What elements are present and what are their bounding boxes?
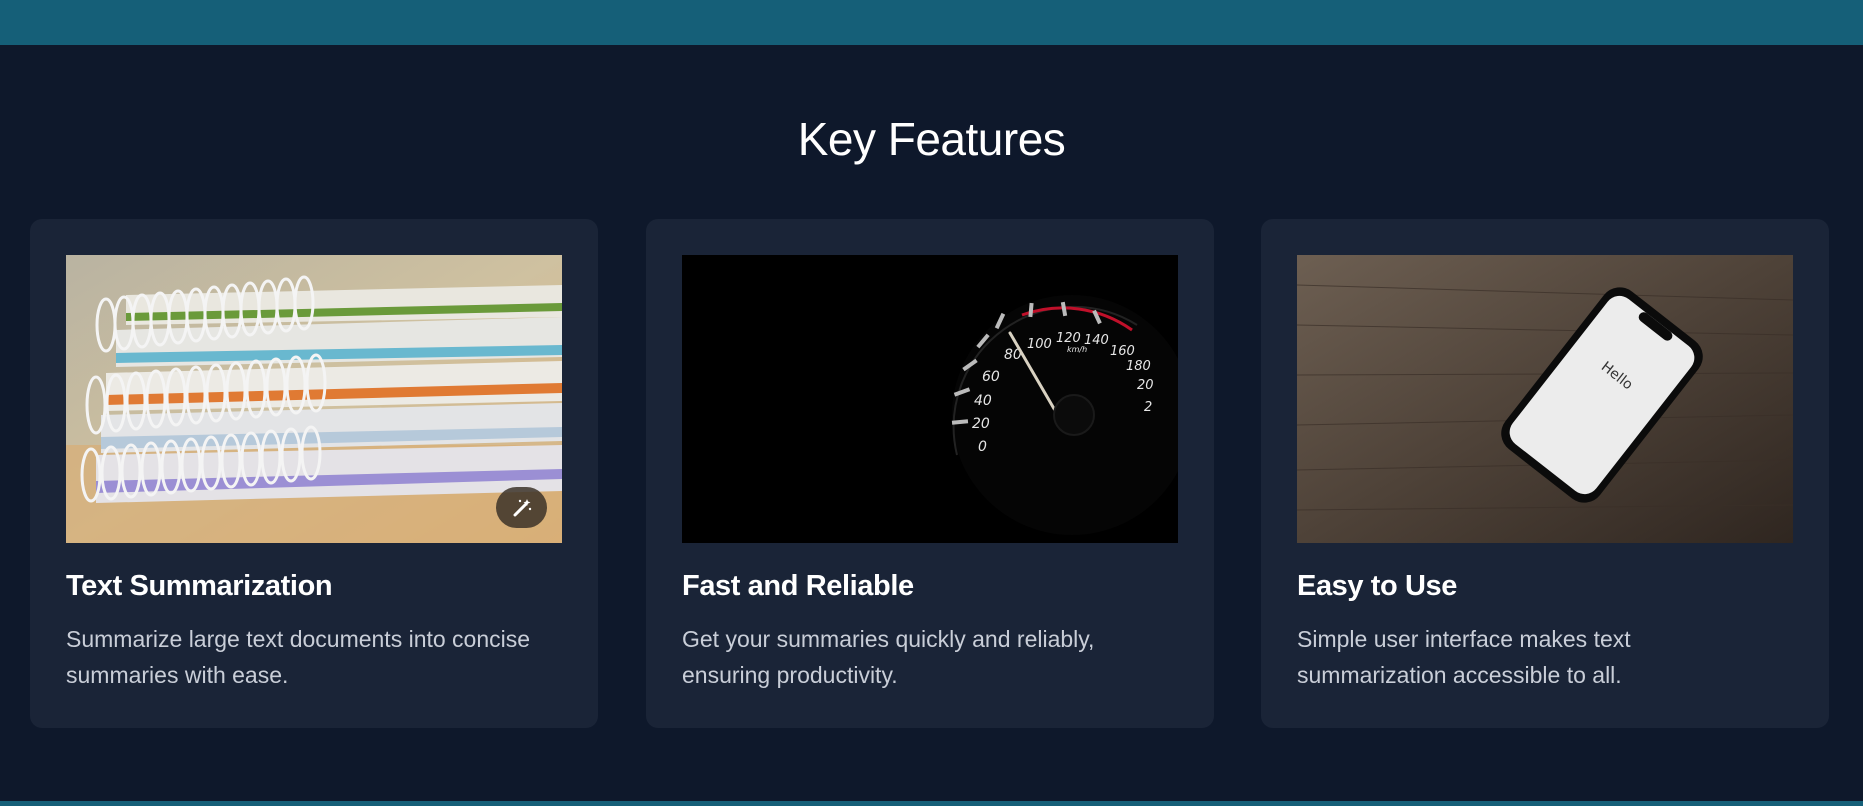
- top-accent-bar: [0, 0, 1863, 45]
- speedometer-label: 20: [1137, 378, 1154, 393]
- speedometer-label: 180: [1126, 359, 1151, 374]
- speedometer-label: 60: [982, 369, 1000, 385]
- speedometer-image: 0 20 40 60 80 100 120 140 160 180 20 2 k…: [682, 255, 1178, 543]
- bottom-accent-bar: [0, 801, 1863, 806]
- speedometer-photo: 0 20 40 60 80 100 120 140 160 180 20 2 k…: [682, 255, 1178, 543]
- notebooks-stack-photo: [66, 255, 562, 543]
- speedometer-unit: km/h: [1067, 345, 1087, 354]
- magic-wand-icon: [513, 498, 531, 516]
- feature-description: Get your summaries quickly and reliably,…: [682, 626, 1095, 688]
- smartphone-photo: Hello: [1297, 255, 1793, 543]
- magic-wand-button[interactable]: [496, 487, 547, 528]
- smartphone-image: Hello: [1297, 255, 1793, 543]
- feature-description: Summarize large text documents into conc…: [66, 626, 531, 688]
- feature-description: Simple user interface makes text summari…: [1297, 626, 1631, 688]
- feature-card-fast-reliable: 0 20 40 60 80 100 120 140 160 180 20 2 k…: [646, 219, 1214, 728]
- speedometer-label: 120: [1056, 331, 1081, 346]
- speedometer-label: 140: [1084, 333, 1109, 348]
- speedometer-label: 0: [978, 439, 987, 455]
- feature-title: Text Summarization: [66, 570, 333, 602]
- feature-title: Fast and Reliable: [682, 570, 914, 602]
- feature-title: Easy to Use: [1297, 570, 1458, 602]
- speedometer-label: 160: [1110, 344, 1135, 359]
- notebooks-stack-image: [66, 255, 562, 543]
- speedometer-label: 100: [1027, 337, 1052, 352]
- speedometer-label: 40: [974, 393, 992, 409]
- section-title: Key Features: [797, 113, 1066, 165]
- speedometer-label: 20: [972, 416, 990, 432]
- feature-card-easy-to-use: Hello Easy to Use Simple user interface …: [1261, 219, 1829, 728]
- feature-card-text-summarization: Text Summarization Summarize large text …: [30, 219, 598, 728]
- speedometer-label: 2: [1144, 400, 1152, 415]
